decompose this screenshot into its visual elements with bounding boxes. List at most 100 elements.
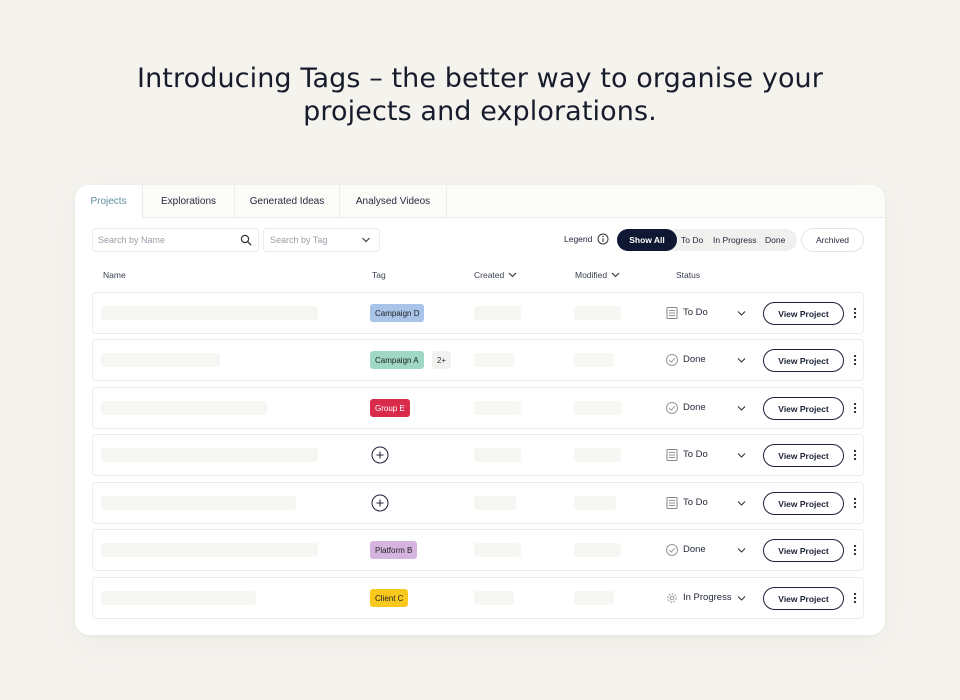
more-options-icon[interactable] [851, 496, 859, 510]
name-placeholder [101, 448, 318, 462]
gear-icon [665, 591, 679, 605]
tag-chip[interactable]: Campaign A [370, 351, 424, 369]
view-project-button[interactable]: View Project [763, 349, 844, 372]
created-placeholder [474, 591, 514, 605]
table-row[interactable]: Campaign D To Do View Project [92, 292, 864, 334]
headline-line-1: Introducing Tags – the better way to org… [137, 63, 823, 94]
status-filter-group: Show All To Do In Progress Done [617, 229, 797, 251]
add-tag-icon[interactable] [371, 494, 389, 512]
modified-placeholder [574, 543, 621, 557]
filter-done[interactable]: Done [765, 229, 785, 251]
view-project-button[interactable]: View Project [763, 539, 844, 562]
table-row[interactable]: Platform B Done View Project [92, 529, 864, 571]
projects-panel: Projects Explorations Generated Ideas An… [75, 185, 885, 635]
filter-show-all[interactable]: Show All [617, 229, 677, 251]
created-placeholder [474, 448, 521, 462]
sort-chevron-icon [508, 272, 517, 278]
archived-button[interactable]: Archived [801, 228, 864, 252]
tag-filter-select[interactable]: Search by Tag [263, 228, 380, 252]
table-row[interactable]: To Do View Project [92, 434, 864, 476]
filter-to-do[interactable]: To Do [681, 229, 703, 251]
search-icon[interactable] [240, 234, 252, 246]
view-project-button[interactable]: View Project [763, 397, 844, 420]
column-status-label: Status [676, 270, 701, 280]
name-placeholder [101, 591, 256, 605]
info-icon[interactable] [597, 233, 609, 245]
modified-placeholder [574, 591, 614, 605]
status-label: To Do [683, 497, 708, 508]
check-circle-icon [665, 401, 679, 415]
name-placeholder [101, 353, 220, 367]
name-placeholder [101, 306, 318, 320]
modified-placeholder [574, 496, 616, 510]
table-row[interactable]: Group E Done View Project [92, 387, 864, 429]
tag-chip[interactable]: Client C [370, 589, 409, 607]
more-options-icon[interactable] [851, 353, 859, 367]
table-row[interactable]: Campaign A 2+ Done View Project [92, 339, 864, 381]
more-options-icon[interactable] [851, 306, 859, 320]
search-input[interactable] [98, 235, 238, 245]
chevron-down-icon[interactable] [737, 547, 746, 554]
chevron-down-icon[interactable] [737, 452, 746, 459]
view-project-button[interactable]: View Project [763, 444, 844, 467]
add-tag-icon[interactable] [371, 446, 389, 464]
modified-placeholder [574, 401, 621, 415]
more-options-icon[interactable] [851, 401, 859, 415]
created-placeholder [474, 306, 521, 320]
tab-generated-ideas[interactable]: Generated Ideas [235, 185, 340, 218]
table-header: Name Tag Created Modified Status [75, 270, 885, 284]
legend-label: Legend [564, 234, 593, 244]
column-tag: Tag [372, 270, 386, 280]
view-project-button[interactable]: View Project [763, 587, 844, 610]
toolbar: Search by Tag Legend Show All To Do In P… [75, 228, 885, 254]
status-label: To Do [683, 307, 708, 318]
headline: Introducing Tags – the better way to org… [0, 62, 960, 128]
check-circle-icon [665, 353, 679, 367]
chevron-down-icon[interactable] [737, 500, 746, 507]
tab-bar: Projects Explorations Generated Ideas An… [75, 185, 885, 218]
modified-placeholder [574, 448, 621, 462]
status-label: Done [683, 354, 706, 365]
created-placeholder [474, 401, 521, 415]
name-placeholder [101, 496, 296, 510]
headline-line-2: projects and explorations. [303, 96, 657, 127]
more-options-icon[interactable] [851, 448, 859, 462]
tag-chip[interactable]: Group E [370, 399, 410, 417]
filter-in-progress[interactable]: In Progress [713, 229, 756, 251]
tab-projects[interactable]: Projects [75, 185, 143, 218]
tag-filter-placeholder: Search by Tag [270, 235, 328, 245]
tab-explorations[interactable]: Explorations [143, 185, 235, 218]
column-created-label: Created [474, 270, 505, 280]
column-created[interactable]: Created [474, 270, 517, 280]
chevron-down-icon[interactable] [737, 405, 746, 412]
table-row[interactable]: To Do View Project [92, 482, 864, 524]
modified-placeholder [574, 353, 614, 367]
more-tags-badge[interactable]: 2+ [432, 351, 451, 369]
tab-analysed-videos[interactable]: Analysed Videos [340, 185, 447, 218]
created-placeholder [474, 353, 514, 367]
document-icon [665, 448, 679, 462]
view-project-button[interactable]: View Project [763, 492, 844, 515]
name-placeholder [101, 543, 318, 557]
column-name-label: Name [103, 270, 126, 280]
status-label: Done [683, 544, 706, 555]
status-label: To Do [683, 449, 708, 460]
table-row[interactable]: Client C In Progress View Project [92, 577, 864, 619]
more-options-icon[interactable] [851, 591, 859, 605]
sort-chevron-icon [611, 272, 620, 278]
tag-chip[interactable]: Platform B [370, 541, 418, 559]
chevron-down-icon [362, 237, 370, 243]
chevron-down-icon[interactable] [737, 310, 746, 317]
column-status: Status [676, 270, 700, 280]
document-icon [665, 496, 679, 510]
created-placeholder [474, 496, 516, 510]
column-tag-label: Tag [372, 270, 386, 280]
view-project-button[interactable]: View Project [763, 302, 844, 325]
search-name-field[interactable] [92, 228, 259, 252]
column-modified-label: Modified [575, 270, 608, 280]
chevron-down-icon[interactable] [737, 595, 746, 602]
tag-chip[interactable]: Campaign D [370, 304, 425, 322]
column-modified[interactable]: Modified [575, 270, 620, 280]
more-options-icon[interactable] [851, 543, 859, 557]
chevron-down-icon[interactable] [737, 357, 746, 364]
